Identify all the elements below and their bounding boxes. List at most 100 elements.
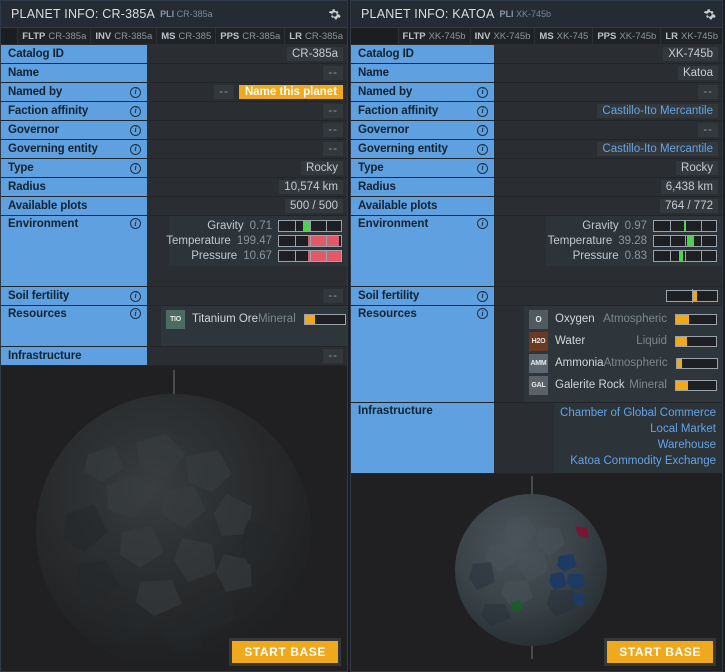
- idchip-value: XK-745b: [681, 30, 718, 42]
- list-item[interactable]: Warehouse: [658, 437, 716, 453]
- row-label-available-plots: Available plots: [351, 197, 494, 215]
- row-label-text: Environment: [358, 218, 429, 230]
- row-label-named-by: Named by i: [1, 83, 147, 101]
- gauge-pressure: Pressure 10.67: [177, 250, 342, 262]
- row-label-text: Faction affinity: [358, 105, 439, 117]
- row-value-text: Katoa: [677, 66, 718, 80]
- resource-type: Atmospheric: [603, 357, 668, 369]
- planet-sphere: [36, 394, 311, 669]
- row-value-text: Rocky: [301, 161, 343, 175]
- list-item[interactable]: Katoa Commodity Exchange: [570, 453, 716, 469]
- list-item[interactable]: H2O Water Liquid: [529, 331, 717, 351]
- info-icon[interactable]: i: [477, 143, 488, 155]
- idchip-tag: PPS: [220, 30, 240, 42]
- idchip-lr[interactable]: LR CR-385a: [284, 28, 347, 44]
- row-label-text: Named by: [358, 86, 413, 98]
- idchip-value: CR-385a: [48, 30, 87, 42]
- row-label-text: Radius: [8, 181, 46, 193]
- list-item[interactable]: AMM Ammonia Atmospheric: [529, 353, 718, 373]
- row-label-soil-fertility: Soil fertility i: [351, 287, 494, 305]
- row-value-text: 764 / 772: [660, 199, 718, 213]
- idchip-fltp[interactable]: FLTP CR-385a: [17, 28, 91, 44]
- info-icon[interactable]: i: [477, 86, 488, 98]
- idchip-value: XK-745b: [493, 30, 531, 42]
- row-value-text: CR-385a: [286, 47, 343, 61]
- gear-icon[interactable]: [327, 7, 341, 21]
- info-icon[interactable]: i: [130, 143, 141, 155]
- row-label-radius: Radius: [1, 178, 147, 196]
- info-icon[interactable]: i: [130, 308, 141, 319]
- idchip-value: XK-745b: [619, 30, 657, 42]
- idchip-pps[interactable]: PPS CR-385a: [215, 28, 285, 44]
- gauge-label: Gravity: [582, 220, 619, 232]
- info-rows: Catalog ID CR-385a Name -- Named by i -- …: [1, 45, 347, 216]
- catalog-id-bar: FLTP CR-385a INV CR-385a MS CR-385 PPS CR-38…: [1, 28, 347, 45]
- gauge-value: 0.71: [249, 220, 272, 232]
- info-icon[interactable]: i: [477, 308, 488, 319]
- table-row: Type i Rocky: [1, 159, 347, 177]
- idchip-tag: MS: [161, 30, 176, 42]
- catalog-id-bar: FLTP XK-745b INV XK-745b MS XK-745 PPS XK-74…: [351, 28, 722, 45]
- row-value-cell: -- Name this planet: [147, 83, 347, 101]
- row-label-environment: Environment i: [351, 216, 494, 286]
- list-item[interactable]: Local Market: [650, 421, 716, 437]
- row-label-governing-entity: Governing entity i: [351, 140, 494, 158]
- idchip-value: CR-385a: [304, 30, 343, 42]
- row-label-name: Name: [351, 64, 494, 82]
- info-icon[interactable]: i: [477, 105, 488, 117]
- planet-surface-facets: [36, 394, 311, 669]
- resource-name: Titanium Ore: [192, 313, 259, 325]
- info-icon[interactable]: i: [477, 124, 488, 136]
- row-label-text: Faction affinity: [8, 105, 89, 117]
- row-label-text: Soil fertility: [8, 290, 70, 302]
- table-row: Available plots 764 / 772: [351, 197, 722, 215]
- row-value-text[interactable]: Castillo-Ito Mercantile: [597, 104, 718, 118]
- title-pli-tag: PLI: [499, 9, 514, 19]
- list-item[interactable]: Chamber of Global Commerce: [560, 405, 716, 421]
- gauge-value: 0.97: [624, 220, 647, 232]
- row-label-catalog-id: Catalog ID: [1, 45, 147, 63]
- idchip-value: CR-385: [178, 30, 212, 42]
- start-base-button[interactable]: START BASE: [607, 641, 713, 663]
- infrastructure-card: Chamber of Global Commerce Local Market …: [554, 403, 722, 473]
- gauge-label: Temperature: [166, 235, 231, 247]
- resource-icon: AMM: [529, 353, 548, 373]
- resource-bar: [675, 357, 718, 369]
- info-icon[interactable]: i: [130, 105, 141, 117]
- idchip-lr[interactable]: LR XK-745b: [660, 28, 722, 44]
- info-icon[interactable]: i: [130, 162, 141, 174]
- info-icon[interactable]: i: [477, 162, 488, 174]
- idchip-tag: MS: [539, 30, 554, 42]
- row-label-text: Name: [358, 67, 389, 79]
- start-base-button[interactable]: START BASE: [232, 641, 338, 663]
- row-value-text[interactable]: Castillo-Ito Mercantile: [597, 142, 718, 156]
- idchip-inv[interactable]: INV CR-385a: [90, 28, 157, 44]
- idchip-fltp[interactable]: FLTP XK-745b: [397, 28, 470, 44]
- idchip-ms[interactable]: MS XK-745: [534, 28, 593, 44]
- info-icon[interactable]: i: [130, 218, 141, 229]
- planet-viewport-left[interactable]: START BASE: [1, 366, 347, 671]
- environment-body: Gravity 0.71 Temperature 199.47 Pressure…: [147, 216, 347, 286]
- info-icon[interactable]: i: [477, 290, 488, 302]
- info-icon[interactable]: i: [130, 124, 141, 136]
- planet-viewport-right[interactable]: START BASE: [351, 474, 722, 671]
- list-item[interactable]: O Oxygen Atmospheric: [529, 309, 717, 329]
- soil-fertility-row: Soil fertility i: [351, 287, 722, 305]
- row-value-cell: Rocky: [147, 159, 347, 177]
- info-icon[interactable]: i: [130, 290, 141, 302]
- row-label-name: Name: [1, 64, 147, 82]
- gauge-label: Pressure: [572, 250, 619, 262]
- info-icon[interactable]: i: [477, 218, 488, 229]
- row-value-text: --: [323, 104, 343, 118]
- idchip-pps[interactable]: PPS XK-745b: [592, 28, 661, 44]
- row-value-cell: --: [147, 287, 347, 305]
- row-label-text: Type: [8, 162, 34, 174]
- idchip-inv[interactable]: INV XK-745b: [469, 28, 535, 44]
- gear-icon[interactable]: [702, 7, 716, 21]
- list-item[interactable]: GAL Galerite Rock Mineral: [529, 375, 717, 395]
- name-this-planet-button[interactable]: Name this planet: [238, 85, 343, 99]
- info-icon[interactable]: i: [130, 86, 141, 98]
- row-value-cell: Rocky: [494, 159, 722, 177]
- list-item[interactable]: TIO Titanium Ore Mineral: [166, 309, 346, 329]
- idchip-ms[interactable]: MS CR-385: [156, 28, 216, 44]
